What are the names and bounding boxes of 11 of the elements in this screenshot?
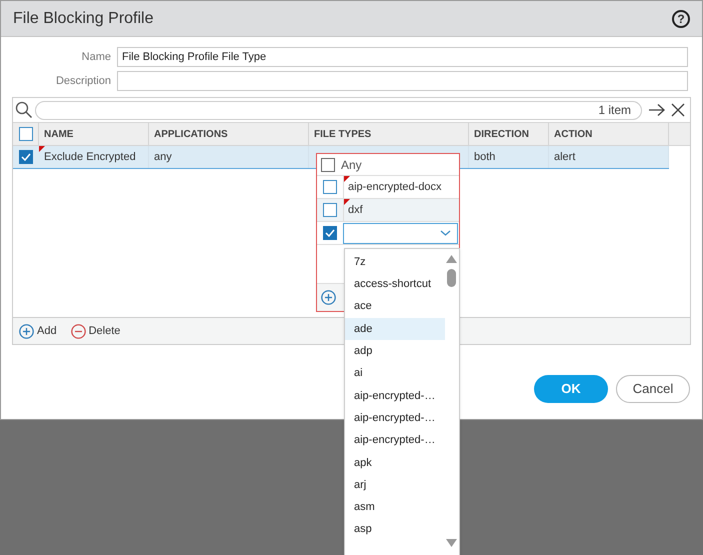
- table-cell-text: Exclude Encrypted: [44, 150, 136, 165]
- item-count: 1 item: [598, 102, 631, 119]
- file-type-value: aip-encrypted-docx: [348, 180, 442, 195]
- option-label: Any: [341, 156, 362, 174]
- window-title: File Blocking Profile: [13, 8, 154, 28]
- file-type-value: dxf: [348, 202, 363, 218]
- table-cell-text: alert: [554, 150, 576, 165]
- table-cell-text: both: [474, 150, 496, 165]
- table-cell-text: any: [154, 150, 172, 165]
- field-label: Name: [80, 50, 111, 65]
- field-label: Description: [54, 74, 111, 89]
